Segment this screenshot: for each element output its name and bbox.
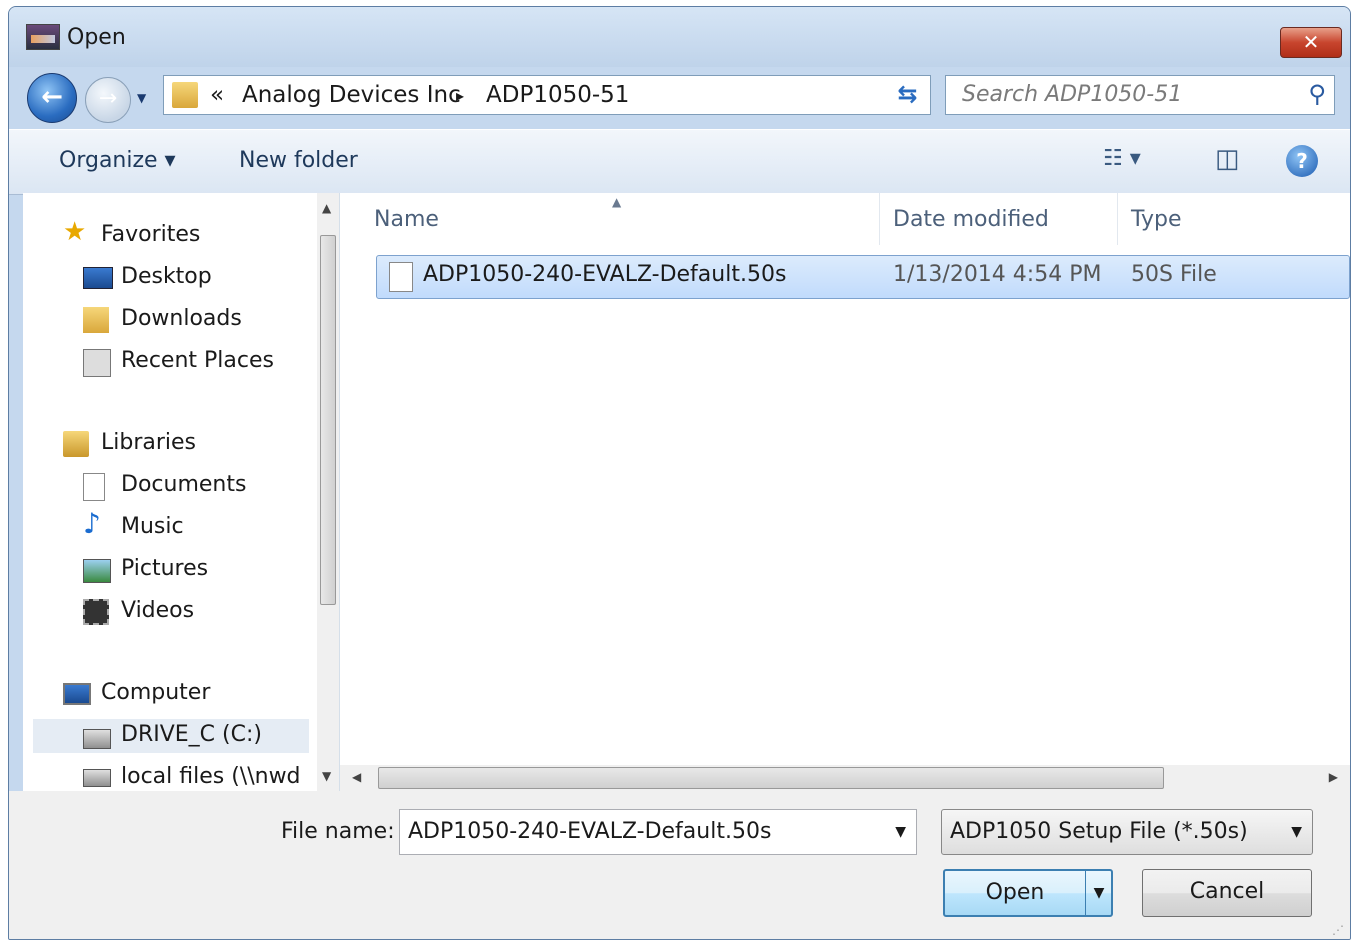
search-icon[interactable]: ⚲ — [1308, 80, 1326, 108]
open-button-label[interactable]: Open — [945, 871, 1085, 915]
libraries-icon — [63, 431, 89, 457]
scroll-down-icon[interactable]: ▼ — [322, 769, 331, 783]
breadcrumb-analog-devices[interactable]: Analog Devices Inc — [242, 82, 461, 108]
desktop-icon — [83, 267, 113, 289]
network-drive-icon — [83, 769, 111, 787]
window-title: Open — [67, 25, 126, 50]
preview-pane-icon[interactable]: ◫ — [1215, 144, 1240, 174]
drive-icon — [83, 729, 111, 749]
breadcrumb-separator-icon[interactable]: ▸ — [456, 86, 464, 105]
organize-button[interactable]: Organize ▾ — [59, 148, 176, 173]
address-bar[interactable]: « Analog Devices Inc ▸ ADP1050-51 ▼ — [163, 75, 931, 115]
music-icon: ♪ — [83, 507, 101, 540]
file-name-value[interactable]: ADP1050-240-EVALZ-Default.50s — [408, 819, 771, 844]
open-dialog: Open ✕ ← → ▼ « Analog Devices Inc ▸ ADP1… — [8, 6, 1351, 940]
file-name: ADP1050-240-EVALZ-Default.50s — [423, 262, 787, 287]
scroll-up-icon[interactable]: ▲ — [322, 201, 331, 215]
recent-places-icon — [83, 349, 111, 377]
file-list: ▲ Name Date modified Type ADP1050-240-EV… — [340, 193, 1350, 791]
file-date-modified: 1/13/2014 4:54 PM — [893, 262, 1102, 287]
breadcrumb-overflow[interactable]: « — [210, 82, 224, 108]
videos-icon — [83, 599, 109, 625]
scroll-left-icon[interactable]: ◀ — [352, 770, 361, 784]
documents-icon — [83, 473, 105, 501]
back-arrow-icon[interactable]: ← — [27, 73, 77, 123]
views-icon[interactable]: ☷ ▾ — [1103, 146, 1141, 171]
forward-arrow-icon[interactable]: → — [85, 77, 131, 123]
file-type-dropdown-icon[interactable]: ▼ — [1291, 824, 1302, 840]
help-icon[interactable]: ? — [1286, 145, 1318, 177]
navigation-bar: ← → ▼ « Analog Devices Inc ▸ ADP1050-51 … — [9, 69, 1350, 123]
sidebar-scroll-thumb[interactable] — [320, 235, 336, 605]
title-bar: Open ✕ — [9, 7, 1350, 67]
file-name-input[interactable]: ADP1050-240-EVALZ-Default.50s ▼ — [399, 809, 917, 855]
search-input[interactable]: Search ADP1050-51 — [962, 82, 1182, 107]
sort-ascending-icon: ▲ — [612, 195, 622, 209]
file-name-label: File name: — [281, 819, 395, 844]
column-divider[interactable] — [879, 193, 880, 245]
table-row[interactable]: ADP1050-240-EVALZ-Default.50s 1/13/2014 … — [376, 255, 1350, 299]
open-options-dropdown-icon[interactable]: ▼ — [1087, 871, 1111, 915]
column-header-date-modified[interactable]: Date modified — [893, 207, 1049, 232]
scroll-right-icon[interactable]: ▶ — [1329, 770, 1338, 784]
history-dropdown-icon[interactable]: ▼ — [137, 91, 146, 105]
file-type-filter[interactable]: ADP1050 Setup File (*.50s) ▼ — [941, 809, 1313, 855]
downloads-icon — [83, 307, 109, 333]
file-list-horizontal-scrollbar[interactable]: ◀ ▶ — [340, 765, 1350, 791]
star-icon: ★ — [63, 217, 87, 247]
folder-icon — [172, 82, 198, 108]
dialog-footer: File name: ADP1050-240-EVALZ-Default.50s… — [9, 791, 1350, 939]
sidebar-scrollbar[interactable]: ▲ ▼ — [317, 193, 339, 791]
navigation-pane: ★ Favorites Desktop Downloads Recent Pla… — [23, 193, 340, 791]
pictures-icon — [83, 559, 111, 583]
cancel-button[interactable]: Cancel — [1142, 869, 1312, 917]
file-name-dropdown-icon[interactable]: ▼ — [895, 824, 906, 840]
breadcrumb-adp1050-51[interactable]: ADP1050-51 — [486, 82, 629, 108]
close-button[interactable]: ✕ — [1280, 27, 1342, 58]
sidebar-item-drive-c[interactable]: DRIVE_C (C:) — [33, 719, 309, 753]
command-bar: Organize ▾ New folder ☷ ▾ ◫ ? — [9, 129, 1350, 195]
file-type-filter-value: ADP1050 Setup File (*.50s) — [950, 819, 1248, 844]
file-type: 50S File — [1131, 262, 1217, 287]
computer-icon — [63, 683, 91, 705]
column-divider[interactable] — [1117, 193, 1118, 245]
file-icon — [389, 262, 413, 292]
new-folder-button[interactable]: New folder — [239, 148, 358, 173]
column-header-type[interactable]: Type — [1131, 207, 1182, 232]
open-button[interactable]: Open ▼ — [943, 869, 1113, 917]
search-box[interactable]: Search ADP1050-51 ⚲ — [945, 75, 1335, 115]
app-icon — [26, 24, 60, 50]
split-divider — [1085, 871, 1086, 915]
column-header-name[interactable]: Name — [374, 207, 439, 232]
horizontal-scroll-thumb[interactable] — [378, 767, 1164, 789]
refresh-icon[interactable]: ⇆ — [885, 75, 931, 115]
resize-grip-icon[interactable]: ⋰ — [1332, 923, 1344, 937]
